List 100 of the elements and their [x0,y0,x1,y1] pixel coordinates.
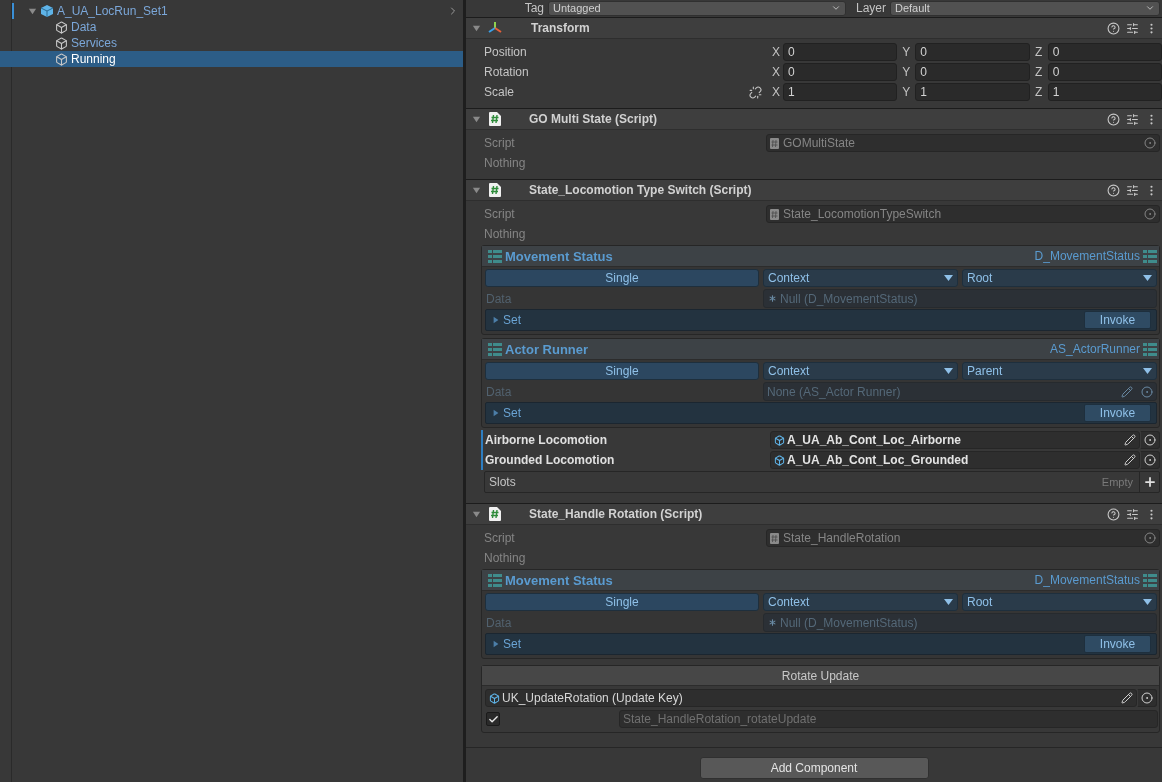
source-dropdown[interactable]: Context [763,269,958,287]
caret-right-icon[interactable] [492,316,500,324]
help-icon[interactable] [1107,21,1120,35]
file-icon [770,208,779,220]
number-field[interactable]: 0 [1047,63,1162,81]
number-field[interactable]: 1 [783,83,898,101]
source-dropdown[interactable]: Context [763,593,958,611]
caret-down-icon[interactable] [472,509,481,519]
caret-down-icon[interactable] [28,6,37,16]
checkbox[interactable] [486,712,500,726]
file-icon [770,532,779,544]
settings-icon[interactable] [1126,112,1139,126]
target-button[interactable] [1140,431,1160,449]
caret-right-icon[interactable] [492,640,500,648]
component-title: State_Handle Rotation (Script) [529,507,704,521]
dropdown[interactable]: Untagged [548,0,846,16]
mode-button[interactable]: Single [485,593,759,611]
caret-icon [831,3,841,13]
scope-dropdown[interactable]: Parent [962,362,1157,380]
tree-item[interactable]: A_UA_LocRun_Set1 [57,4,444,18]
grid-icon [1143,342,1157,356]
number-field[interactable]: 0 [783,63,898,81]
number-field[interactable]: 1 [915,83,1030,101]
grid-icon [488,249,502,263]
number-field[interactable]: 0 [915,63,1030,81]
name-field[interactable]: State_HandleRotation_rotateUpdate [619,710,1158,728]
number-field[interactable]: 0 [1047,43,1162,61]
tree-row[interactable]: Data [0,19,463,35]
list-label: Slots [489,475,517,489]
scope-dropdown[interactable]: Root [962,593,1157,611]
field-label: Data [486,384,513,399]
target-icon [1144,532,1156,544]
cube-icon [55,36,68,50]
component-header[interactable]: State_Handle Rotation (Script) [466,504,1162,525]
axis-label: Y [901,45,912,59]
event-title: Rotate Update [482,666,1159,686]
scope-dropdown[interactable]: Root [962,269,1157,287]
dropdown-arrow-icon [944,275,953,281]
object-field[interactable]: A_UA_Ab_Cont_Loc_Grounded [770,451,1140,469]
script-field: State_HandleRotation [766,529,1160,547]
help-icon[interactable] [1107,507,1120,521]
tree-item-label: Data [71,20,97,34]
field-label: Data [486,291,513,306]
grid-icon [1143,573,1157,587]
dropdown-arrow-icon [944,368,953,374]
object-field[interactable]: A_UA_Ab_Cont_Loc_Airborne [770,431,1140,449]
axis-label: X [771,85,781,99]
field-label: Script [484,531,516,545]
help-icon[interactable] [1107,112,1120,126]
grid-icon [488,342,502,356]
type-label: D_MovementStatus [1034,573,1140,587]
cube-icon [774,454,785,466]
caret-down-icon[interactable] [472,23,481,33]
mode-button[interactable]: Single [485,362,759,380]
number-field[interactable]: 0 [783,43,898,61]
target-button[interactable] [1137,689,1157,707]
axis-label: X [771,65,781,79]
component-title: State_Locomotion Type Switch (Script) [529,183,753,197]
component-header[interactable]: Transform [466,18,1162,39]
component-header[interactable]: GO Multi State (Script) [466,109,1162,130]
plus-icon [1142,475,1157,489]
object-field[interactable]: UK_UpdateRotation (Update Key) [485,689,1137,707]
set-label[interactable]: Set [503,406,1081,420]
target-button[interactable] [1140,451,1160,469]
source-dropdown[interactable]: Context [763,362,958,380]
set-label[interactable]: Set [503,637,1081,651]
field-label: Layer [854,1,886,15]
component-title: GO Multi State (Script) [529,112,658,126]
number-field[interactable]: 1 [1047,83,1162,101]
axis-label: X [771,45,781,59]
mode-button[interactable]: Single [485,269,759,287]
caret-down-icon[interactable] [472,114,481,124]
number-field[interactable]: 0 [915,43,1030,61]
axis-label: Y [901,65,912,79]
script-field: GOMultiState [766,134,1160,152]
add-component-button[interactable]: Add Component [699,757,929,779]
target-icon [1144,208,1156,220]
invoke-button[interactable]: Invoke [1084,404,1151,422]
component-header[interactable]: State_Locomotion Type Switch (Script) [466,180,1162,201]
unlinked-chain-icon[interactable] [749,85,762,99]
invoke-button[interactable]: Invoke [1084,311,1151,329]
tree-row[interactable]: Services [0,35,463,51]
dropdown[interactable]: Default [890,0,1160,16]
field-label: Airborne Locomotion [485,433,608,447]
settings-icon[interactable] [1126,183,1139,197]
caret-right-icon[interactable] [492,409,500,417]
pencil-icon [1124,454,1136,466]
settings-icon[interactable] [1126,21,1139,35]
caret-down-icon[interactable] [472,185,481,195]
dropdown-arrow-icon [1143,368,1152,374]
tree-item-label: Running [71,52,116,66]
invoke-button[interactable]: Invoke [1084,635,1151,653]
field-label: Script [484,207,516,221]
grid-icon [1143,249,1157,263]
settings-icon[interactable] [1126,507,1139,521]
set-label[interactable]: Set [503,313,1081,327]
pencil-icon [1121,692,1133,704]
target-icon [1144,137,1156,149]
help-icon[interactable] [1107,183,1120,197]
tree-row[interactable]: Running [0,51,463,67]
